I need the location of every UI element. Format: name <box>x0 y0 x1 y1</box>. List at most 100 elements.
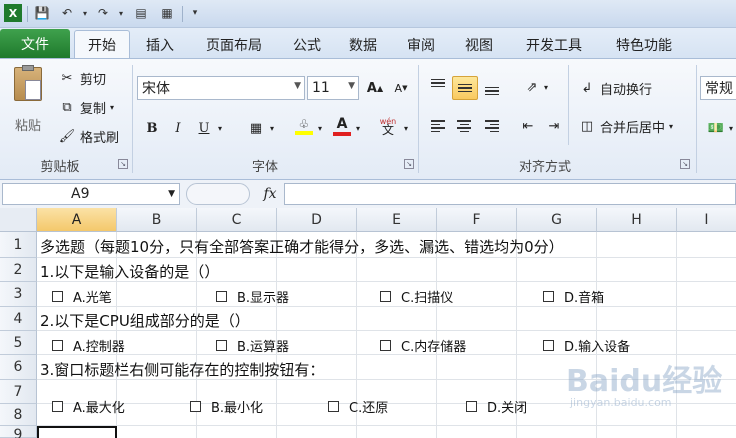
option-checkbox[interactable]: B.最小化 <box>190 397 263 416</box>
align-bottom-button[interactable] <box>480 76 504 98</box>
checkbox-icon[interactable] <box>328 401 339 412</box>
checkbox-icon[interactable] <box>52 340 63 351</box>
row-header-8[interactable]: 8 <box>0 404 37 426</box>
column-header-g[interactable]: G <box>517 208 597 232</box>
cell-a1[interactable]: 多选题（每题10分，只有全部答案正确才能得分，多选、漏选、错选均为0分） <box>40 236 564 257</box>
number-format-select[interactable]: 常规 <box>700 76 736 100</box>
font-name-select[interactable]: 宋体 ▼ <box>137 76 305 100</box>
tab-view[interactable]: 视图 <box>456 32 502 58</box>
align-right-button[interactable] <box>480 115 504 137</box>
row-header-7[interactable]: 7 <box>0 380 37 404</box>
tab-formulas[interactable]: 公式 <box>284 32 330 58</box>
checkbox-icon[interactable] <box>216 340 227 351</box>
checkbox-icon[interactable] <box>52 401 63 412</box>
align-left-button[interactable] <box>426 115 450 137</box>
redo-dropdown-icon[interactable]: ▾ <box>112 4 130 22</box>
row-header-1[interactable]: 1 <box>0 232 37 258</box>
option-checkbox[interactable]: D.关闭 <box>466 397 527 416</box>
column-header-a[interactable]: A <box>37 208 117 232</box>
option-checkbox[interactable]: A.最大化 <box>52 397 125 416</box>
cut-button[interactable]: ✂ 剪切 <box>58 69 106 88</box>
italic-button[interactable]: I <box>166 117 190 139</box>
font-color-button[interactable]: A <box>330 115 354 137</box>
option-checkbox[interactable]: C.还原 <box>328 397 388 416</box>
undo-dropdown-icon[interactable]: ▾ <box>76 4 94 22</box>
orientation-dropdown-icon[interactable]: ▾ <box>540 76 552 98</box>
merge-center-button[interactable]: ◫ 合并后居中 ▾ <box>578 117 673 136</box>
align-top-button[interactable] <box>426 76 450 98</box>
undo-icon[interactable]: ↶ <box>58 4 76 22</box>
borders-icon[interactable]: ▦ <box>244 117 268 139</box>
currency-format-icon[interactable]: 💵 <box>704 117 728 139</box>
column-header-f[interactable]: F <box>437 208 517 232</box>
copy-dropdown-icon[interactable]: ▾ <box>110 103 114 112</box>
checkbox-icon[interactable] <box>543 340 554 351</box>
phonetic-dropdown-icon[interactable]: ▾ <box>400 117 412 139</box>
currency-dropdown-icon[interactable]: ▾ <box>726 117 736 139</box>
underline-button[interactable]: U <box>192 117 216 139</box>
insert-function-button[interactable]: fx <box>258 183 282 205</box>
align-middle-button[interactable] <box>452 76 478 100</box>
clipboard-launcher-icon[interactable]: ↘ <box>118 159 128 169</box>
checkbox-icon[interactable] <box>466 401 477 412</box>
row-header-5[interactable]: 5 <box>0 331 37 355</box>
tab-page-layout[interactable]: 页面布局 <box>196 32 272 58</box>
font-color-dropdown-icon[interactable]: ▾ <box>352 117 364 139</box>
column-header-b[interactable]: B <box>117 208 197 232</box>
cell-a4[interactable]: 2.以下是CPU组成部分的是（） <box>40 310 250 331</box>
font-size-select[interactable]: 11 ▼ <box>307 76 359 100</box>
column-header-h[interactable]: H <box>597 208 677 232</box>
paste-button[interactable]: 粘贴 <box>8 65 48 134</box>
excel-app-icon[interactable]: X <box>4 4 22 22</box>
row-header-3[interactable]: 3 <box>0 282 37 307</box>
tab-developer[interactable]: 开发工具 <box>514 32 594 58</box>
print-preview-icon[interactable]: ▦ <box>158 4 176 22</box>
formula-input[interactable] <box>284 183 736 205</box>
column-header-i[interactable]: I <box>677 208 736 232</box>
save-icon[interactable]: 💾 <box>33 4 51 22</box>
phonetic-button[interactable]: wén 文 <box>376 115 400 137</box>
name-box[interactable]: A9 ▼ <box>2 183 180 205</box>
select-all-corner[interactable] <box>0 208 37 232</box>
tab-review[interactable]: 审阅 <box>398 32 444 58</box>
fill-color-button[interactable]: ♧ <box>292 115 316 137</box>
row-header-6[interactable]: 6 <box>0 355 37 380</box>
column-header-c[interactable]: C <box>197 208 277 232</box>
form-icon[interactable]: ▤ <box>132 4 150 22</box>
increase-indent-icon[interactable]: ⇥ <box>542 115 566 137</box>
align-center-button[interactable] <box>452 115 476 137</box>
format-painter-button[interactable]: 🖌 格式刷 <box>58 127 119 146</box>
column-header-d[interactable]: D <box>277 208 357 232</box>
wrap-text-button[interactable]: ↲ 自动换行 <box>578 79 652 98</box>
active-cell-a9[interactable] <box>37 426 117 438</box>
checkbox-icon[interactable] <box>216 291 227 302</box>
tab-home[interactable]: 开始 <box>74 30 130 59</box>
underline-dropdown-icon[interactable]: ▾ <box>214 117 226 139</box>
bold-button[interactable]: B <box>140 117 164 139</box>
option-checkbox[interactable]: B.运算器 <box>216 336 289 355</box>
grow-font-button[interactable]: A ▲ <box>363 77 387 99</box>
customize-qat-icon[interactable]: ▾ <box>186 4 204 22</box>
checkbox-icon[interactable] <box>52 291 63 302</box>
row-header-2[interactable]: 2 <box>0 258 37 282</box>
decrease-indent-icon[interactable]: ⇤ <box>516 115 540 137</box>
row-header-4[interactable]: 4 <box>0 307 37 331</box>
row-header-9[interactable]: 9 <box>0 426 37 438</box>
tab-data[interactable]: 数据 <box>340 32 386 58</box>
fill-color-dropdown-icon[interactable]: ▾ <box>314 117 326 139</box>
alignment-launcher-icon[interactable]: ↘ <box>680 159 690 169</box>
shrink-font-button[interactable]: A ▼ <box>389 77 413 99</box>
option-checkbox[interactable]: A.光笔 <box>52 287 112 306</box>
copy-button[interactable]: ⧉ 复制 ▾ <box>58 98 114 117</box>
cell-a2[interactable]: 1.以下是输入设备的是（） <box>40 261 219 282</box>
checkbox-icon[interactable] <box>380 340 391 351</box>
cell-a6[interactable]: 3.窗口标题栏右侧可能存在的控制按钮有： <box>40 359 324 380</box>
checkbox-icon[interactable] <box>543 291 554 302</box>
redo-icon[interactable]: ↷ <box>94 4 112 22</box>
borders-dropdown-icon[interactable]: ▾ <box>266 117 278 139</box>
option-checkbox[interactable]: A.控制器 <box>52 336 125 355</box>
option-checkbox[interactable]: C.内存储器 <box>380 336 466 355</box>
checkbox-icon[interactable] <box>190 401 201 412</box>
column-header-e[interactable]: E <box>357 208 437 232</box>
tab-insert[interactable]: 插入 <box>136 32 184 58</box>
